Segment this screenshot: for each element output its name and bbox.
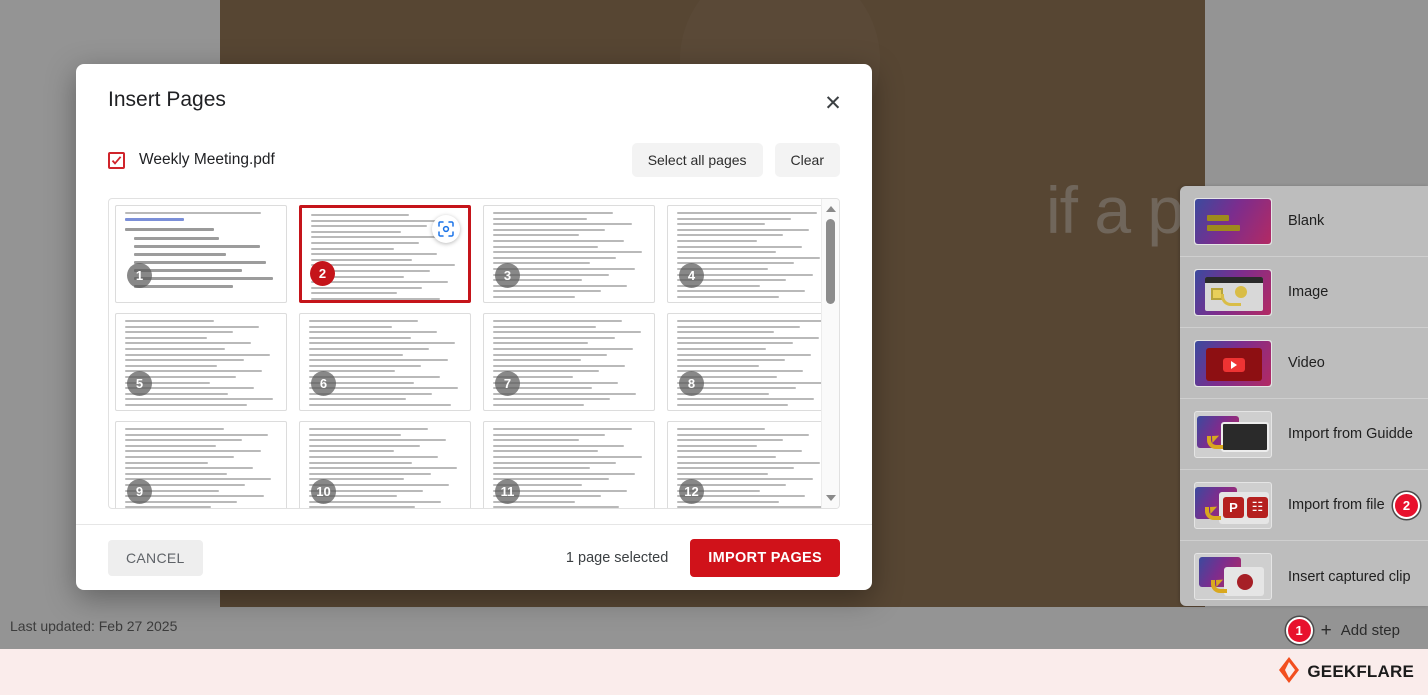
import-pages-button[interactable]: IMPORT PAGES bbox=[690, 538, 840, 577]
add-step-label: Add step bbox=[1340, 622, 1400, 639]
guidde-import-icon bbox=[1194, 410, 1272, 458]
video-slide-icon bbox=[1194, 339, 1272, 387]
last-updated-text: Last updated: Feb 27 2025 bbox=[10, 618, 178, 634]
insert-option-video[interactable]: Video bbox=[1180, 328, 1428, 399]
pages-scrollbar[interactable] bbox=[821, 199, 839, 508]
page-number-badge: 5 bbox=[127, 371, 152, 396]
page-preview-lines bbox=[677, 320, 831, 410]
scroll-up-arrow-icon[interactable] bbox=[822, 201, 839, 217]
insert-options-panel: Blank Image Video Import from Guidde P ☷… bbox=[1180, 186, 1428, 606]
page-preview-lines bbox=[493, 320, 647, 410]
insert-option-label: Insert captured clip bbox=[1288, 568, 1411, 585]
page-number-badge: 8 bbox=[679, 371, 704, 396]
insert-option-label: Video bbox=[1288, 355, 1325, 371]
file-checkbox[interactable] bbox=[108, 151, 125, 169]
page-number-badge: 10 bbox=[311, 479, 336, 504]
geekflare-wordmark: GEEKFLARE bbox=[1307, 662, 1414, 681]
add-step-area: 1 + Add step bbox=[1285, 617, 1400, 644]
page-number-badge: 1 bbox=[127, 263, 152, 288]
insert-option-label: Import from Guidde bbox=[1288, 426, 1413, 442]
page-thumbnail[interactable]: 7 bbox=[483, 313, 655, 411]
page-number-badge: 9 bbox=[127, 479, 152, 504]
select-all-pages-button[interactable]: Select all pages bbox=[631, 143, 763, 177]
step-badge-2: 2 bbox=[1393, 492, 1420, 519]
page-preview-lines bbox=[309, 320, 463, 410]
insert-option-import-guidde[interactable]: Import from Guidde bbox=[1180, 399, 1428, 470]
page-thumbnail[interactable]: 10 bbox=[299, 421, 471, 508]
page-thumbnail[interactable]: 11 bbox=[483, 421, 655, 508]
page-thumbnail[interactable]: 2 bbox=[299, 205, 471, 303]
clear-selection-button[interactable]: Clear bbox=[774, 143, 840, 177]
insert-option-label: Blank bbox=[1288, 213, 1325, 229]
insert-option-label: Import from file bbox=[1288, 497, 1385, 513]
cancel-button[interactable]: CANCEL bbox=[108, 539, 203, 576]
preview-page-icon[interactable] bbox=[432, 215, 460, 243]
page-thumbnail[interactable]: 12 bbox=[667, 421, 839, 508]
geekflare-logo-icon bbox=[1278, 656, 1300, 688]
scrollbar-thumb[interactable] bbox=[826, 219, 835, 304]
page-number-badge: 12 bbox=[679, 479, 704, 504]
dialog-header: Insert Pages ✕ bbox=[76, 64, 872, 136]
page-number-badge: 7 bbox=[495, 371, 520, 396]
page-thumbnail[interactable]: 4 bbox=[667, 205, 839, 303]
insert-option-label: Image bbox=[1288, 284, 1329, 300]
insert-option-image[interactable]: Image bbox=[1180, 257, 1428, 328]
insert-option-import-file[interactable]: P ☷ Import from file 2 bbox=[1180, 470, 1428, 541]
step-badge-1: 1 bbox=[1285, 617, 1313, 644]
header-actions: Select all pages Clear bbox=[631, 143, 840, 177]
insert-option-captured-clip[interactable]: Insert captured clip bbox=[1180, 541, 1428, 606]
footer-watermark: GEEKFLARE bbox=[0, 649, 1428, 695]
file-import-icon: P ☷ bbox=[1194, 481, 1272, 529]
footer-right: 1 page selected IMPORT PAGES bbox=[565, 538, 840, 577]
screenshot-root: if a p? Last updated: Feb 27 2025 1 + Ad… bbox=[0, 0, 1428, 695]
page-preview-lines bbox=[493, 212, 647, 302]
page-number-badge: 11 bbox=[495, 479, 520, 504]
page-number-badge: 2 bbox=[310, 261, 335, 286]
insert-pages-dialog: Insert Pages ✕ Weekly Meeting.pdf Select… bbox=[76, 64, 872, 590]
close-icon[interactable]: ✕ bbox=[818, 88, 848, 118]
file-name-label: Weekly Meeting.pdf bbox=[139, 151, 275, 168]
captured-clip-icon bbox=[1194, 553, 1272, 600]
image-slide-icon bbox=[1194, 268, 1272, 316]
page-thumbnail[interactable]: 6 bbox=[299, 313, 471, 411]
page-number-badge: 4 bbox=[679, 263, 704, 288]
page-thumbnail[interactable]: 8 bbox=[667, 313, 839, 411]
add-step-button[interactable]: + Add step bbox=[1321, 621, 1400, 640]
page-number-badge: 6 bbox=[311, 371, 336, 396]
dialog-footer: CANCEL 1 page selected IMPORT PAGES bbox=[76, 524, 872, 590]
plus-icon: + bbox=[1320, 620, 1332, 641]
page-preview-lines bbox=[677, 212, 831, 302]
pages-scroll-area: 1 2 3 4 5 6 7 8 9 10 11 12 bbox=[109, 199, 839, 508]
scroll-down-arrow-icon[interactable] bbox=[822, 490, 839, 506]
page-thumbnail[interactable]: 9 bbox=[115, 421, 287, 508]
page-title: Insert Pages bbox=[108, 88, 226, 111]
selection-status: 1 page selected bbox=[565, 549, 669, 566]
page-preview-lines bbox=[125, 320, 279, 410]
file-row: Weekly Meeting.pdf Select all pages Clea… bbox=[76, 136, 872, 184]
page-number-badge: 3 bbox=[495, 263, 520, 288]
page-thumbnail[interactable]: 1 bbox=[115, 205, 287, 303]
page-thumbnail[interactable]: 3 bbox=[483, 205, 655, 303]
page-thumbnail[interactable]: 5 bbox=[115, 313, 287, 411]
pages-thumbnail-region: 1 2 3 4 5 6 7 8 9 10 11 12 bbox=[108, 198, 840, 509]
pages-grid: 1 2 3 4 5 6 7 8 9 10 11 12 bbox=[115, 205, 839, 508]
blank-slide-icon bbox=[1194, 197, 1272, 245]
insert-option-blank[interactable]: Blank bbox=[1180, 186, 1428, 257]
